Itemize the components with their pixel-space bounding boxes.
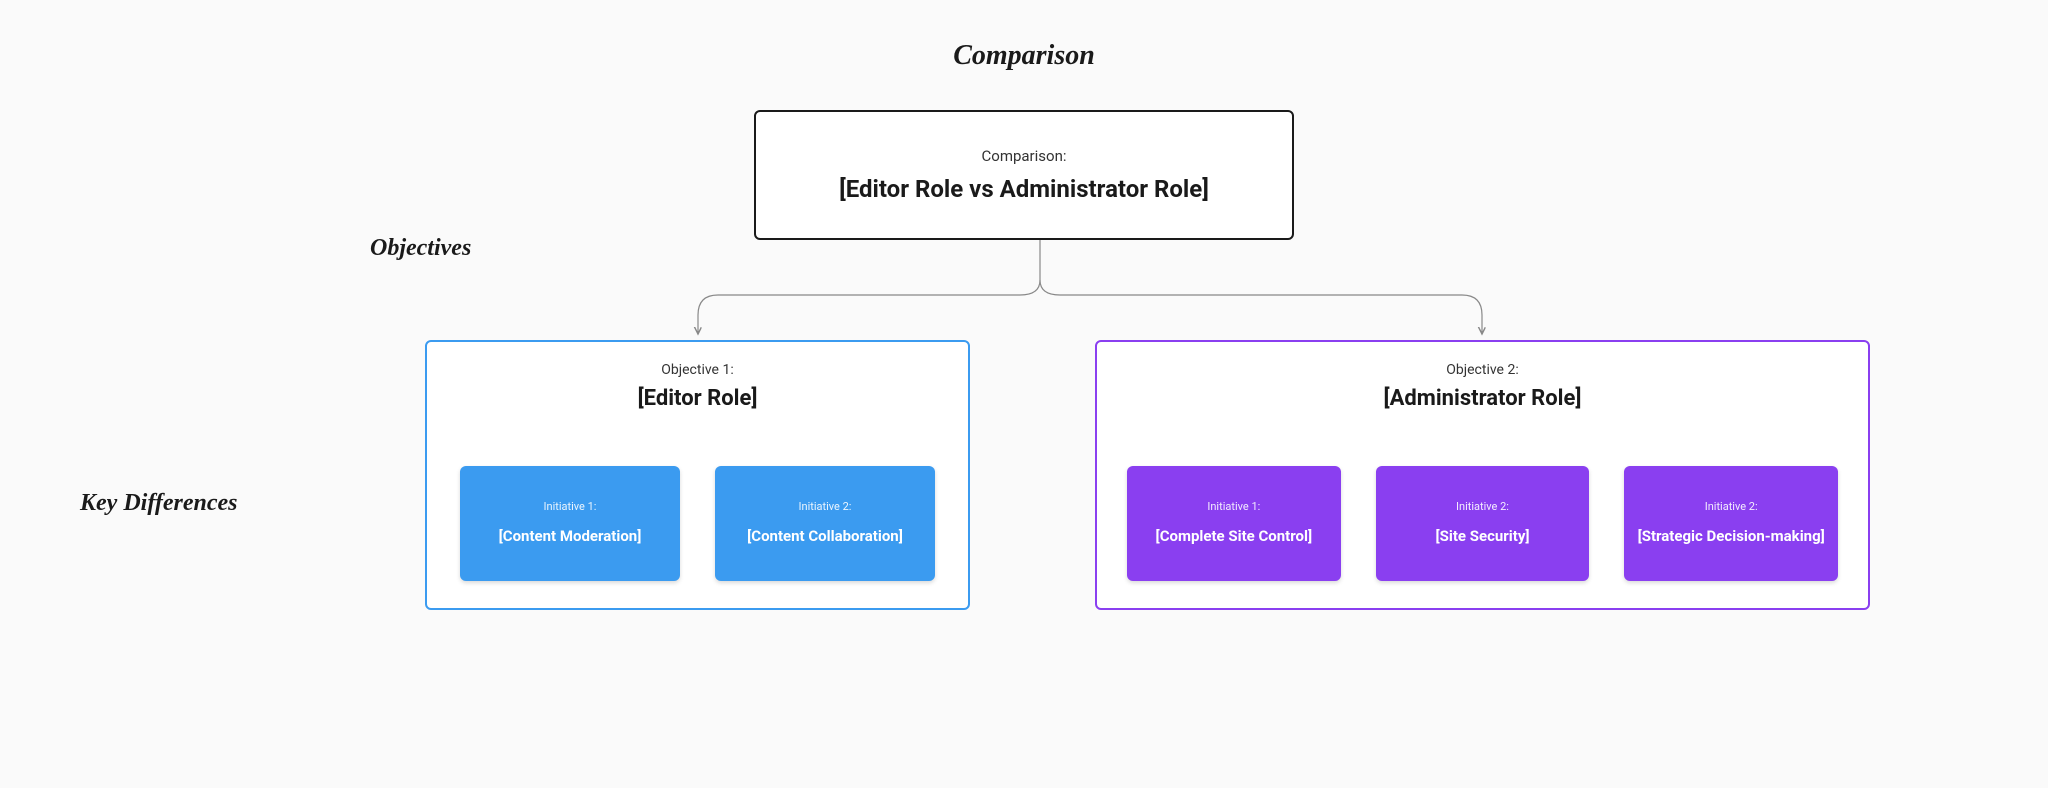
row-label-key-differences: Key Differences — [80, 490, 238, 517]
objective-sup: Objective 1: — [661, 362, 733, 378]
comparison-node[interactable]: Comparison: [Editor Role vs Administrato… — [754, 110, 1294, 240]
initiative-card[interactable]: Initiative 2: [Site Security] — [1376, 466, 1590, 581]
initiative-card[interactable]: Initiative 1: [Content Moderation] — [460, 466, 680, 581]
initiative-title: [Site Security] — [1435, 527, 1529, 547]
objective-node-administrator[interactable]: Objective 2: [Administrator Role] Initia… — [1095, 340, 1870, 610]
initiative-card[interactable]: Initiative 2: [Content Collaboration] — [715, 466, 935, 581]
initiative-title: [Content Moderation] — [499, 527, 642, 547]
initiative-title: [Strategic Decision-making] — [1638, 527, 1825, 547]
initiative-sup: Initiative 1: — [1207, 500, 1260, 513]
initiative-title: [Complete Site Control] — [1156, 527, 1313, 547]
objective-title: [Administrator Role] — [1384, 386, 1582, 411]
comparison-sup: Comparison: — [982, 147, 1067, 165]
initiative-sup: Initiative 2: — [1456, 500, 1509, 513]
initiative-card[interactable]: Initiative 2: [Strategic Decision-making… — [1624, 466, 1838, 581]
initiative-row: Initiative 1: [Complete Site Control] In… — [1127, 466, 1838, 581]
initiative-sup: Initiative 2: — [1705, 500, 1758, 513]
objective-sup: Objective 2: — [1446, 362, 1518, 378]
comparison-title: [Editor Role vs Administrator Role] — [839, 175, 1209, 203]
initiative-sup: Initiative 2: — [799, 500, 852, 513]
objective-node-editor[interactable]: Objective 1: [Editor Role] Initiative 1:… — [425, 340, 970, 610]
initiative-title: [Content Collaboration] — [747, 527, 903, 547]
objective-title: [Editor Role] — [638, 386, 758, 411]
initiative-row: Initiative 1: [Content Moderation] Initi… — [457, 466, 938, 581]
initiative-card[interactable]: Initiative 1: [Complete Site Control] — [1127, 466, 1341, 581]
row-label-comparison: Comparison — [953, 40, 1095, 72]
row-label-objectives: Objectives — [370, 235, 471, 262]
initiative-sup: Initiative 1: — [544, 500, 597, 513]
